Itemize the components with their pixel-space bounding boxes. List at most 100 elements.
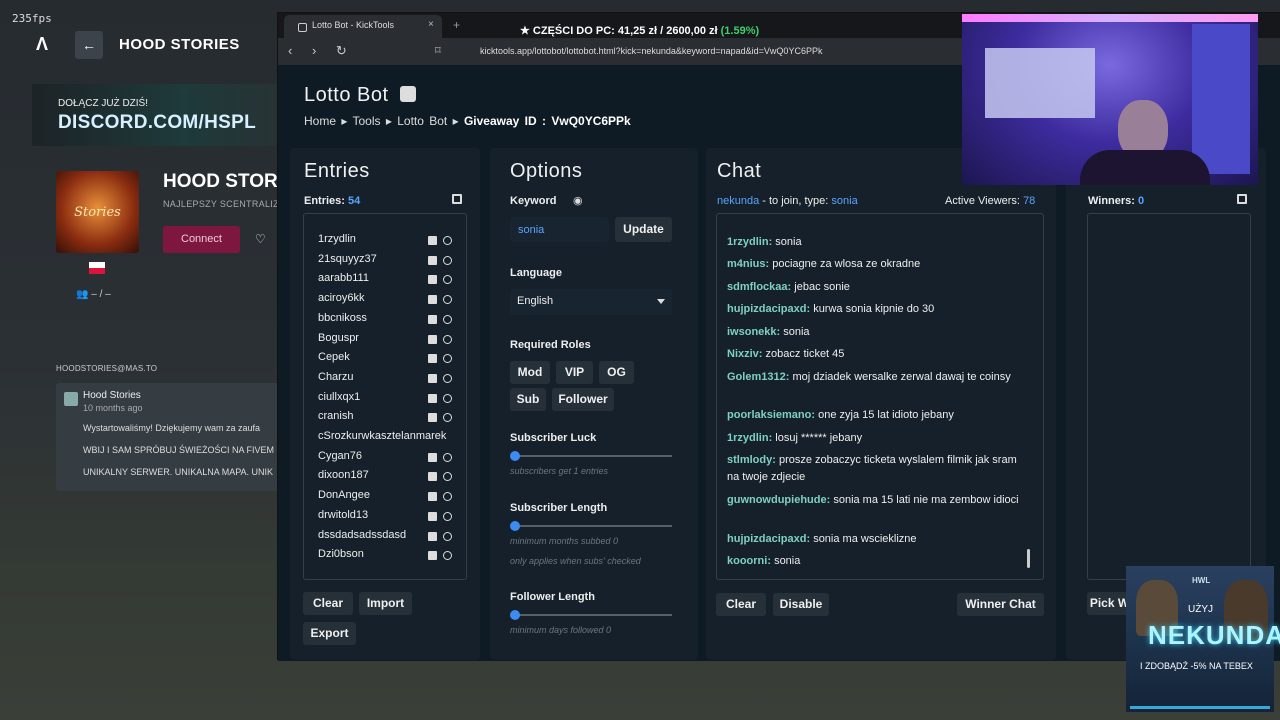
chat-username[interactable]: hujpizdacipaxd: [727, 303, 810, 315]
post-time: 10 months ago [83, 403, 143, 413]
winners-list [1087, 213, 1251, 580]
entries-export-button[interactable]: Export [303, 622, 356, 645]
chat-message: Nixziv: zobacz ticket 45 [727, 346, 1027, 363]
role-vip-toggle[interactable]: VIP [556, 361, 593, 384]
remove-entry-icon[interactable] [428, 413, 437, 423]
copy-winners-icon[interactable] [1237, 194, 1247, 204]
keyword-input[interactable]: sonia [510, 217, 609, 242]
role-sub-toggle[interactable]: Sub [510, 388, 546, 411]
eye-icon[interactable]: ◉ [573, 194, 583, 207]
remove-entry-icon[interactable] [428, 354, 437, 364]
webcam-lights [962, 14, 1258, 22]
channel-name[interactable]: nekunda [717, 195, 759, 207]
remove-entry-icon[interactable] [428, 295, 437, 305]
goal-prefix: ★ CZĘŚCI DO PC: [520, 25, 615, 37]
sub-length-label: Subscriber Length [510, 502, 608, 514]
follower-length-slider[interactable] [510, 610, 672, 620]
join-text: - to join, type: [762, 195, 829, 207]
heart-icon[interactable]: ♡ [255, 232, 266, 246]
slider-knob[interactable] [510, 610, 520, 620]
ban-user-icon[interactable] [443, 511, 452, 521]
remove-entry-icon[interactable] [428, 452, 437, 462]
users-icon: 👥 [76, 289, 92, 300]
remove-entry-icon[interactable] [428, 551, 437, 561]
sub-luck-label: Subscriber Luck [510, 432, 597, 444]
discord-banner[interactable]: DOŁĄCZ JUŻ DZIŚ! DISCORD.COM/HSPL [32, 84, 282, 146]
bookmark-icon[interactable]: ⌑ [435, 44, 441, 57]
chat-username[interactable]: hujpizdacipaxd: [727, 533, 810, 545]
chat-text: kurwa sonia kipnie do 30 [813, 303, 935, 315]
breadcrumb-tools[interactable]: Tools [353, 114, 381, 128]
back-button[interactable]: ← [75, 31, 103, 59]
chat-text: pociagne za wlosa ze okradne [772, 258, 921, 270]
chat-username[interactable]: m4nius: [727, 258, 769, 270]
remove-entry-icon[interactable] [428, 472, 437, 482]
address-input[interactable]: kicktools.app/lottobot/lottobot.html?kic… [480, 46, 822, 56]
chat-clear-button[interactable]: Clear [716, 593, 766, 616]
giveaway-id: VwQ0YC6PPk [551, 114, 631, 128]
active-viewers-label: Active Viewers: [945, 195, 1020, 207]
ban-user-icon[interactable] [443, 531, 452, 541]
remove-entry-icon[interactable] [428, 393, 437, 403]
chat-message: 1rzydlin: losuj ****** jebany [727, 430, 1027, 447]
ban-user-icon[interactable] [443, 334, 452, 344]
server-logo: Stories [56, 171, 139, 253]
sub-luck-slider[interactable] [510, 451, 672, 461]
chat-scrollbar[interactable] [1027, 549, 1030, 568]
browser-tab[interactable]: Lotto Bot - KickTools [284, 15, 442, 38]
chat-username[interactable]: Golem1312: [727, 371, 789, 383]
post-line2: WBIJ I SAM SPRÓBUJ ŚWIEŻOŚCI NA FIVEM [83, 445, 275, 455]
mastodon-label: HOODSTORIES@MAS.TO [56, 364, 158, 373]
remove-entry-icon[interactable] [428, 255, 437, 265]
chat-disable-button[interactable]: Disable [773, 593, 829, 616]
breadcrumb: Home ▸ Tools ▸ Lotto Bot ▸ Giveaway ID :… [304, 114, 631, 128]
update-keyword-button[interactable]: Update [615, 217, 672, 242]
ban-user-icon[interactable] [443, 393, 452, 403]
copy-entries-icon[interactable] [452, 194, 462, 204]
breadcrumb-home[interactable]: Home [304, 114, 336, 128]
slider-knob[interactable] [510, 451, 520, 461]
chat-username[interactable]: guwnowdupiehude: [727, 494, 830, 506]
ad-code: NEKUNDA [1148, 620, 1280, 650]
ban-user-icon[interactable] [443, 452, 452, 462]
new-tab-button[interactable]: + [453, 18, 460, 32]
chat-username[interactable]: 1rzydlin: [727, 236, 772, 248]
remove-entry-icon[interactable] [428, 314, 437, 324]
breadcrumb-lotto[interactable]: Lotto Bot [397, 114, 447, 128]
nav-buttons[interactable]: ‹ › ↻ [288, 43, 355, 59]
remove-entry-icon[interactable] [428, 511, 437, 521]
language-select[interactable]: English [510, 289, 672, 315]
ban-user-icon[interactable] [443, 373, 452, 383]
chat-username[interactable]: iwsonekk: [727, 326, 780, 338]
remove-entry-icon[interactable] [428, 334, 437, 344]
slider-knob[interactable] [510, 521, 520, 531]
winner-chat-button[interactable]: Winner Chat [957, 593, 1044, 616]
ban-user-icon[interactable] [443, 236, 452, 245]
chat-username[interactable]: Nixziv: [727, 348, 762, 360]
remove-entry-icon[interactable] [428, 531, 437, 541]
remove-entry-icon[interactable] [428, 236, 437, 245]
ban-user-icon[interactable] [443, 314, 452, 324]
post-author: Hood Stories [83, 390, 141, 401]
role-mod-toggle[interactable]: Mod [510, 361, 550, 384]
chat-username[interactable]: kooorni: [727, 555, 771, 567]
chat-username[interactable]: 1rzydlin: [727, 432, 772, 444]
app-logo-icon[interactable]: Λ [36, 34, 48, 55]
remove-entry-icon[interactable] [428, 275, 437, 285]
role-og-toggle[interactable]: OG [599, 361, 634, 384]
connect-button[interactable]: Connect [163, 226, 240, 253]
chat-username[interactable]: stlmlody: [727, 454, 776, 466]
chat-username[interactable]: sdmflockaa: [727, 281, 791, 293]
role-follower-toggle[interactable]: Follower [552, 388, 614, 411]
entry-row: 1rzydlin [318, 233, 356, 245]
entries-import-button[interactable]: Import [359, 592, 412, 615]
entries-clear-button[interactable]: Clear [303, 592, 353, 615]
sub-length-hint: minimum months subbed 0 [510, 536, 619, 546]
sub-length-slider[interactable] [510, 521, 672, 531]
ban-user-icon[interactable] [443, 255, 452, 265]
entries-count: Entries: 54 [304, 195, 360, 207]
close-tab-icon[interactable]: × [428, 19, 434, 30]
remove-entry-icon[interactable] [428, 373, 437, 383]
remove-entry-icon[interactable] [428, 492, 437, 502]
chat-username[interactable]: poorlaksiemano: [727, 409, 815, 421]
